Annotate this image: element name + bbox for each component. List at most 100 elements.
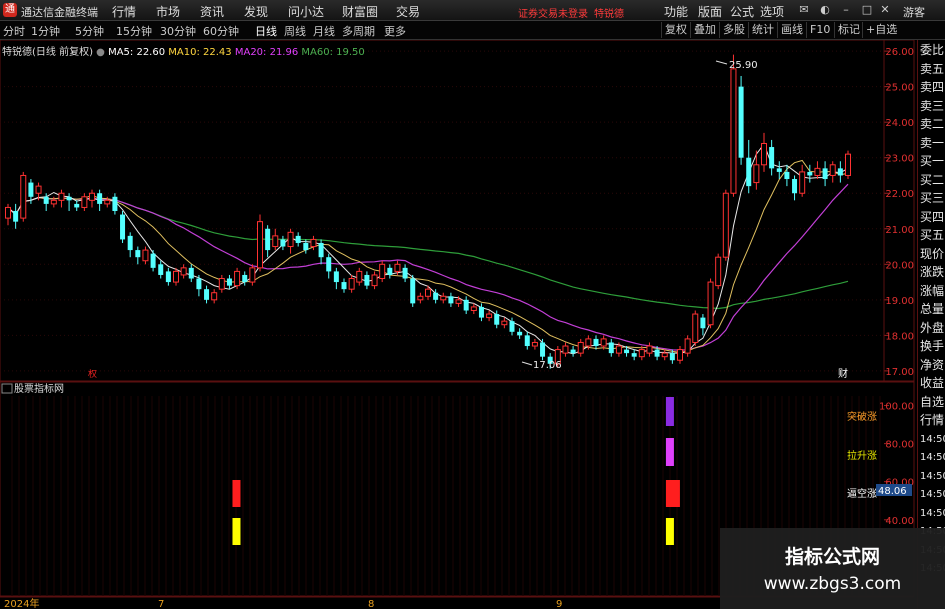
candle-body <box>807 171 813 176</box>
period-weekly[interactable]: 周线 <box>284 23 306 39</box>
close-icon[interactable]: ✕ <box>878 3 892 17</box>
candle-body <box>410 278 416 304</box>
side-panel-item[interactable]: 自选 <box>920 394 945 411</box>
overlay-button[interactable]: 叠加 <box>690 22 719 38</box>
candle-body <box>433 292 439 300</box>
side-panel-item: 涨幅 <box>920 283 945 298</box>
signal-bar-squeeze <box>232 518 241 545</box>
candle-body <box>104 199 111 205</box>
period-multi[interactable]: 多周期 <box>342 23 375 39</box>
menu-layout[interactable]: 版面 <box>698 3 722 20</box>
statistics-button[interactable]: 统计 <box>748 22 777 38</box>
minimize-icon[interactable]: – <box>839 3 853 17</box>
low-label: 17.06 <box>533 360 562 371</box>
side-panel-item: 外盘 <box>920 320 945 335</box>
candle-body <box>218 278 225 290</box>
candle-body <box>600 338 607 347</box>
side-panel-item: 涨跌 <box>920 265 945 279</box>
price-tick-label: 26.00 <box>885 47 914 58</box>
period-15min[interactable]: 15分钟 <box>116 23 152 39</box>
finance-marker: 财 <box>838 367 848 380</box>
f10-button[interactable]: F10 <box>806 22 833 38</box>
candle-body <box>249 267 256 283</box>
candle-body <box>196 278 202 290</box>
current-stock-tag[interactable]: 特锐德 <box>594 5 624 20</box>
candle-body <box>753 164 760 184</box>
guest-login[interactable]: 游客 <box>903 4 925 20</box>
site-watermark: 指标公式网 www.zbgs3.com <box>720 528 945 609</box>
period-30min[interactable]: 30分钟 <box>160 23 196 39</box>
high-label: 25.90 <box>729 60 758 71</box>
side-panel-item: 买三 <box>920 191 945 205</box>
candle-body <box>28 182 34 197</box>
adjust-button[interactable]: 复权 <box>661 22 690 38</box>
candle-body <box>326 257 332 272</box>
menu-wealth-circle[interactable]: 财富圈 <box>342 3 378 20</box>
candle-body <box>180 267 187 276</box>
price-tick-label: 18.00 <box>885 331 914 342</box>
candle-body <box>173 270 179 283</box>
ma60-value: MA60: 19.50 <box>301 47 365 58</box>
candle-body <box>615 345 622 354</box>
kline-chart[interactable]: 26.00 25.00 24.00 23.00 22.00 21.00 20.00 19.00… <box>0 40 916 609</box>
period-monthly[interactable]: 月线 <box>313 23 335 39</box>
multi-stock-button[interactable]: 多股 <box>719 22 748 38</box>
candle-body <box>707 281 714 326</box>
menu-trade[interactable]: 交易 <box>396 3 420 20</box>
label-rise: 拉升涨 <box>847 449 877 462</box>
menu-market[interactable]: 行情 <box>112 3 136 20</box>
candle-body <box>204 289 210 300</box>
menu-news[interactable]: 资讯 <box>200 3 224 20</box>
candle-body <box>356 270 363 283</box>
side-panel-item: 卖二 <box>920 117 945 131</box>
candle-body <box>822 168 828 180</box>
menu-discover[interactable]: 发现 <box>244 3 268 20</box>
trade-login-status[interactable]: 证券交易未登录 <box>518 5 588 20</box>
ma20-value: MA20: 21.96 <box>234 47 299 58</box>
menu-formula[interactable]: 公式 <box>730 3 754 20</box>
candle-body <box>463 299 469 311</box>
candle-body <box>371 274 378 287</box>
signal-bar-breakout <box>665 397 674 426</box>
side-panel-item: 14:50 <box>920 489 945 500</box>
candle-body <box>295 235 301 243</box>
candle-body <box>837 168 843 176</box>
watermark-title: 指标公式网 <box>784 546 880 568</box>
period-60min[interactable]: 60分钟 <box>203 23 239 39</box>
menu-functions[interactable]: 功能 <box>664 3 688 20</box>
side-panel-item[interactable]: 行情 <box>920 412 945 429</box>
side-panel-item: 换手 <box>920 339 945 353</box>
mark-button[interactable]: 标记 <box>834 22 863 38</box>
signal-bar-squeeze <box>665 518 674 545</box>
period-intraday[interactable]: 分时 <box>3 23 25 39</box>
candle-body <box>631 353 637 357</box>
candle-body <box>570 349 576 354</box>
candle-body <box>654 349 660 357</box>
menu-markets[interactable]: 市场 <box>156 3 180 20</box>
period-daily[interactable]: 日线 <box>255 23 277 39</box>
skin-icon[interactable]: ◐ <box>818 3 832 17</box>
maximize-icon[interactable]: □ <box>860 3 874 17</box>
side-panel-item: 14:50 <box>920 433 945 445</box>
period-1min[interactable]: 1分钟 <box>31 23 60 39</box>
candle-body <box>677 349 683 361</box>
message-icon[interactable]: ✉ <box>797 3 811 17</box>
candle-body <box>5 206 11 219</box>
candle-body <box>348 278 355 290</box>
period-more[interactable]: 更多 <box>384 23 406 39</box>
candle-body <box>494 314 500 325</box>
legend-dot-icon: ● <box>96 47 109 58</box>
candle-body <box>792 179 798 194</box>
add-watchlist-button[interactable]: +自选 <box>862 22 900 38</box>
draw-line-button[interactable]: 画线 <box>777 22 806 38</box>
period-5min[interactable]: 5分钟 <box>75 23 104 39</box>
label-breakout: 突破涨 <box>847 410 877 423</box>
menu-ask[interactable]: 问小达 <box>288 3 324 20</box>
candle-body <box>501 320 508 326</box>
candle-body <box>684 338 691 354</box>
candle-body <box>738 86 744 158</box>
candle-body <box>242 274 248 283</box>
indicator-tick-label: 100.00 <box>879 402 914 413</box>
candle-body <box>585 338 592 347</box>
menu-options[interactable]: 选项 <box>760 3 784 20</box>
